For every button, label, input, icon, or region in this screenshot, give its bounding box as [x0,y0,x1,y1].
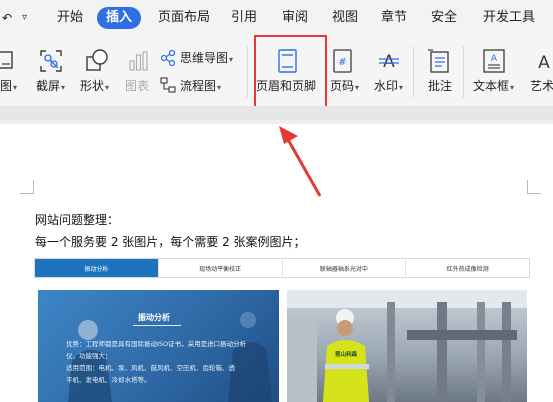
svg-text:#: # [338,57,346,68]
svg-text:A: A [383,52,395,72]
screenshot-button[interactable]: 截屏▾ [36,78,65,96]
textbox-icon: A [483,49,505,73]
page-margin-mark [33,180,34,194]
shape-button[interactable]: 形状▾ [80,78,109,96]
ribbon-tab-bar: ↶ ▿ 开始 插入 页面布局 引用 审阅 视图 章节 安全 开发工具 [0,0,553,34]
embedded-photo-site-work: 昆山利森 [287,290,527,402]
site-work-illustration [287,290,527,402]
document-text-line[interactable]: 每一个服务要 2 张图片，每个需要 2 张案例图片； [35,233,306,250]
embedded-photo-title: 振动分析 [138,313,170,322]
page-number-icon: # [333,49,352,73]
art-text-icon: A [538,53,550,73]
embedded-nav-item: 现场动平衡校正 [159,259,283,277]
tab-insert[interactable]: 插入 [97,7,142,29]
embedded-photo-text: 优势：工程师都是具有国际振动ISO证书，采用是进口振动分析 [66,340,247,348]
title-underline [133,325,181,326]
embedded-site-nav: 振动分析 现场动平衡校正 联轴器轴系光对中 红外热成像检测 [34,258,530,278]
embedded-nav-item: 联轴器轴系光对中 [283,259,407,277]
tab-home[interactable]: 开始 [57,9,83,27]
shape-icon [86,49,108,71]
embedded-photo-text: 适用范围：电机、泵、风机、鼓风机、空压机、齿轮箱、透 [66,364,235,372]
watermark-icon: A [379,52,399,72]
tab-review[interactable]: 审阅 [282,9,308,27]
embedded-photo-text: 平机、发电机、冷却水塔等。 [66,376,151,384]
quick-access-icon[interactable]: ↶ [2,9,12,27]
art-text-button[interactable]: 艺术 [530,78,553,94]
embedded-photo-text: 仪，功能强大； [66,352,112,360]
document-text-line[interactable]: 网站问题整理： [35,211,119,228]
ruler-band [0,106,553,120]
flowchart-button[interactable]: 流程图▾ [180,78,221,96]
page-margin-mark [20,193,34,194]
tab-developer[interactable]: 开发工具 [483,9,535,27]
embedded-nav-item: 红外热成像检测 [446,265,489,273]
svg-text:A: A [491,54,498,64]
comment-icon [428,49,449,73]
screenshot-icon [40,50,62,72]
tab-chapter[interactable]: 章节 [381,9,407,27]
embedded-photo-vibration-analysis: 振动分析 优势：工程师都是具有国际振动ISO证书，采用是进口振动分析 仪，功能强… [38,290,279,402]
picture-button[interactable]: 图▾ [0,78,17,96]
chart-button[interactable]: 图表 [125,78,149,94]
embedded-nav-item: 振动分析 [35,259,159,277]
header-footer-highlight-box [254,35,327,113]
toolbar-divider [463,46,464,98]
toolbar-divider [247,46,248,98]
red-arrow-annotation [279,126,322,197]
mindmap-button[interactable]: 思维导图▾ [180,50,233,68]
picture-icon [0,51,13,69]
page-number-button[interactable]: 页码▾ [330,78,359,96]
watermark-button[interactable]: 水印▾ [374,78,403,96]
mindmap-icon [160,50,176,66]
textbox-button[interactable]: 文本框▾ [473,78,514,96]
tab-view[interactable]: 视图 [332,9,358,27]
svg-text:A: A [538,53,550,73]
page-margin-mark [527,193,541,194]
tab-references[interactable]: 引用 [231,9,257,27]
page-margin-mark [527,180,528,194]
chart-icon [129,51,148,71]
toolbar-divider [413,46,414,98]
vest-text: 昆山利森 [335,352,358,358]
comment-button[interactable]: 批注 [428,78,452,94]
quick-access-dropdown-icon[interactable]: ▿ [22,9,27,27]
flowchart-icon [160,77,176,93]
tab-page-layout[interactable]: 页面布局 [158,9,210,27]
tab-security[interactable]: 安全 [431,9,457,27]
